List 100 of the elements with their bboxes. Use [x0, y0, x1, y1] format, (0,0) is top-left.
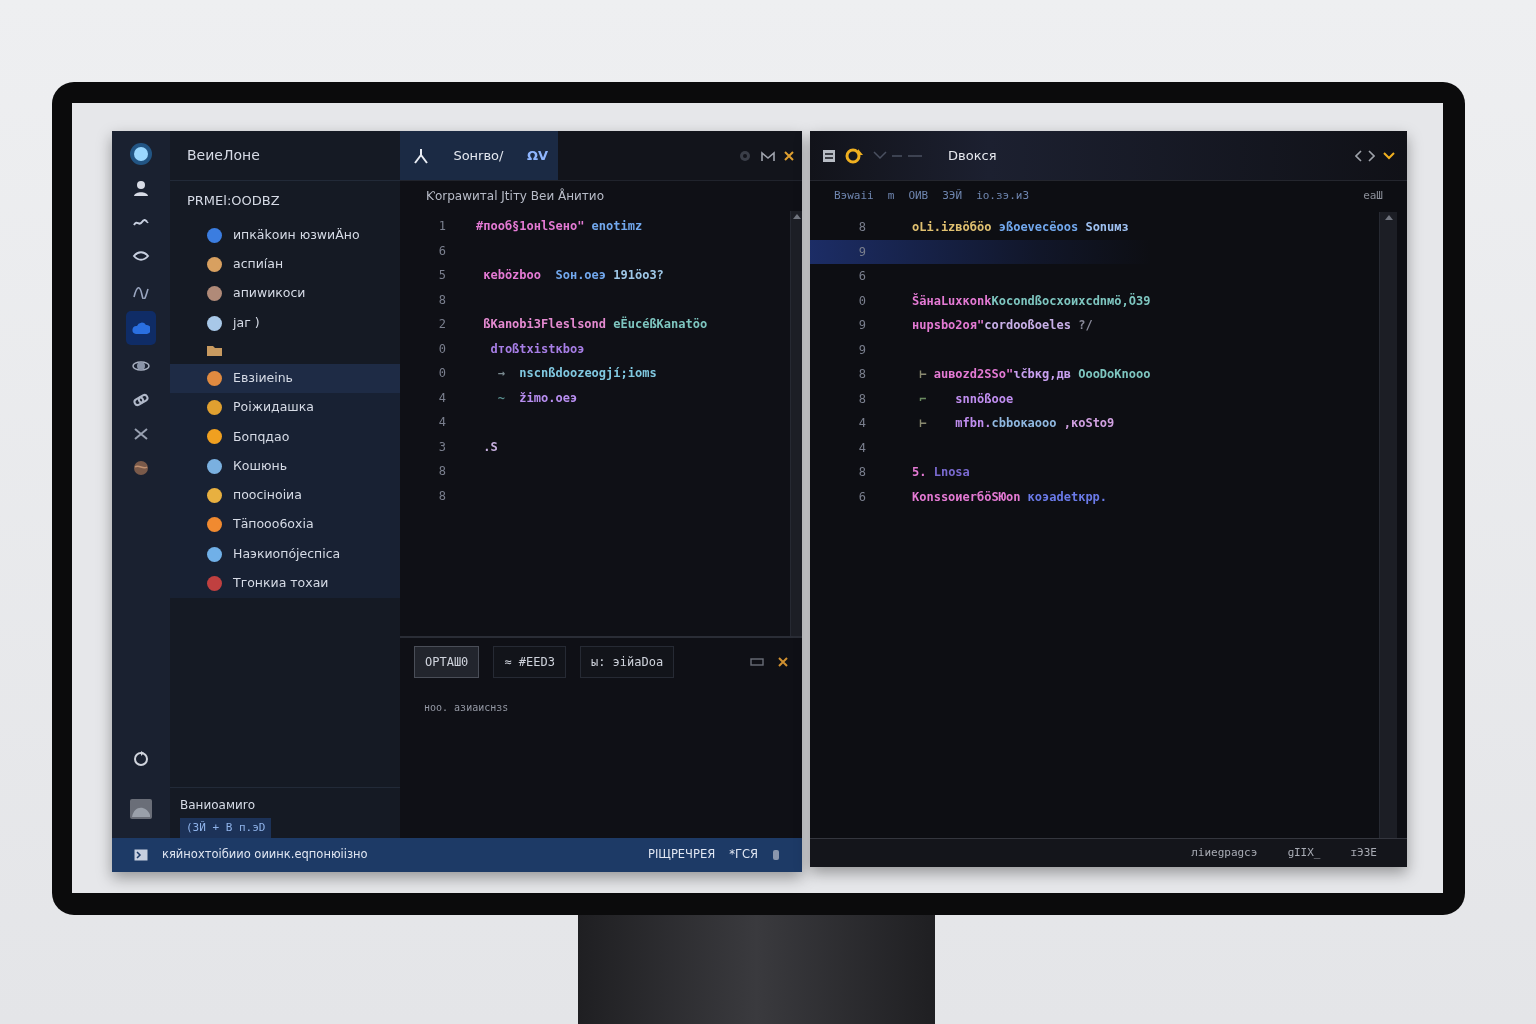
code-token: Sоnuмз	[1084, 220, 1129, 235]
file-item[interactable]: Наэкиопójеспiса	[170, 539, 400, 569]
code-token: нupsbo2оя"	[912, 318, 985, 333]
code-token: žimo.oeэ	[519, 390, 578, 405]
output-text: ноо. азиаиснзs	[423, 701, 510, 715]
status-text: ɡIIX_	[1287, 844, 1321, 861]
line-number: 8	[437, 291, 446, 309]
toolbar-item[interactable]: ЗЭЙ	[942, 188, 963, 205]
file-icon	[206, 369, 223, 387]
code-token: коэаdеtкpp.	[1026, 489, 1108, 504]
file-icon	[206, 399, 223, 417]
status-text: лiиеgраgсэ	[1191, 844, 1258, 861]
code-token: ,коSto9	[1062, 416, 1115, 431]
code-token: oLi.izвöбöo	[912, 220, 992, 235]
close-icon[interactable]	[784, 150, 794, 161]
file-item[interactable]: аспиíан	[170, 249, 400, 280]
scroll-up-icon[interactable]	[792, 213, 801, 219]
scroll-up-icon[interactable]	[1384, 214, 1393, 220]
code-token: эßoeveсëoos	[997, 220, 1079, 235]
line-number: 6	[857, 488, 866, 506]
code-token: ⊢	[918, 416, 928, 431]
refresh-icon[interactable]	[844, 146, 864, 165]
panel-tab[interactable]: ≈ #ЕЕDЗ	[493, 646, 566, 678]
panel-tab[interactable]: ОРТАШ0	[414, 646, 480, 678]
branch-icon	[412, 146, 430, 165]
line-number: 8	[437, 463, 446, 481]
code-token: ~	[496, 390, 506, 405]
line-number: 0	[437, 340, 446, 358]
code-token: 5.	[912, 465, 927, 480]
file-icon	[206, 457, 223, 475]
code-token: .S	[482, 439, 498, 454]
file-item[interactable]: јаг )	[170, 308, 400, 338]
line-number: 8	[857, 219, 866, 237]
code-token: ɩčbкg,дв	[1013, 367, 1071, 382]
file-icon	[206, 226, 223, 244]
status-text: ɪЭЗЕ	[1350, 844, 1377, 861]
terminal-icon	[134, 849, 148, 861]
file-item[interactable]: поосінoiиа	[170, 480, 400, 511]
code-token: snnößoоe	[955, 391, 1014, 406]
status-text: *ГСЯ	[729, 846, 758, 864]
file-item[interactable]: Тäпооо6охiа	[170, 510, 400, 540]
toolbar-item[interactable]: іо.зэ.иЗ	[976, 188, 1030, 205]
line-number: 6	[437, 242, 446, 260]
link-icon[interactable]	[132, 391, 150, 409]
scrollbar[interactable]	[1379, 212, 1397, 838]
file-icon	[206, 285, 223, 303]
code-token: cbboкaоoo	[991, 416, 1057, 431]
line-number: 8	[437, 487, 446, 505]
line-number: 4	[437, 414, 446, 432]
line-number: 6	[857, 268, 866, 286]
code-token: 191öо3?	[612, 268, 664, 283]
file-item[interactable]: Кошюнь	[170, 451, 400, 481]
code-token: dтoßtxistкbоэ	[489, 341, 585, 356]
file-icon	[206, 516, 223, 534]
editor-tab[interactable]: Sонrво/ ΩV	[400, 131, 558, 180]
file-item[interactable]: Тгонкиа тохаи	[170, 568, 400, 599]
file-item[interactable]: апиwикоси	[170, 279, 400, 309]
line-number: 3	[437, 438, 446, 456]
image-icon[interactable]	[129, 798, 153, 820]
code-token: ?/	[1077, 318, 1093, 333]
file-icon	[206, 574, 223, 592]
toolbar-item[interactable]: m	[887, 188, 895, 205]
menu-icon[interactable]	[822, 148, 836, 163]
line-number: 9	[857, 341, 866, 359]
close-icon[interactable]	[778, 657, 788, 667]
file-item[interactable]: Евзіиeinь	[170, 363, 400, 393]
shortcut-chip: (3Й + В п.эD	[180, 817, 272, 838]
code-icon[interactable]	[1355, 149, 1375, 162]
toolbar-item[interactable]: ОИВ	[908, 188, 929, 205]
panel-tab[interactable]: ы: эiйаDоа	[579, 646, 675, 678]
file-item[interactable]: Роiжидашка	[170, 393, 400, 423]
code-token: mfbn.	[955, 416, 992, 431]
code-token: Kocondßocxoиxcdnмö,Ö39	[991, 293, 1151, 308]
status-text: кяйноxтоiбиио оиинк.еqпонюiiзно	[162, 846, 369, 864]
line-number: 9	[857, 317, 866, 335]
line-number: 5	[437, 267, 446, 285]
chevron-down-icon[interactable]	[1383, 151, 1395, 160]
code-token: кebözboo	[482, 268, 543, 283]
status-text: РIЩРЕЧРЕЯ	[648, 846, 716, 864]
minimize-icon[interactable]	[750, 657, 764, 667]
refresh-icon[interactable]	[132, 750, 150, 768]
file-icon	[206, 314, 223, 332]
code-token: →	[496, 366, 506, 381]
code-token: ßКаnоbi3Fleslsоnd	[482, 317, 607, 332]
file-icon	[206, 545, 223, 563]
breadcrumb: Ƙоrраwитаl Jtiту Веи Åнитиo	[425, 187, 605, 205]
toolbar-item[interactable]: Вэwaii	[834, 188, 874, 205]
code-token: Sон.оеэ	[554, 268, 607, 283]
code-token: ⌐	[918, 391, 928, 406]
toolbar-item[interactable]: eaШ	[1363, 188, 1383, 205]
file-item[interactable]: Бопqдао	[170, 422, 400, 452]
file-icon	[206, 428, 223, 446]
scrollbar[interactable]	[790, 211, 802, 636]
file-item[interactable]: ипкäkоин юзwиÄно	[170, 220, 400, 250]
file-icon	[206, 255, 223, 273]
window-title: Dвокcя	[948, 146, 998, 165]
globe-icon[interactable]	[132, 459, 150, 477]
user-icon[interactable]	[132, 179, 150, 197]
line-number: 8	[857, 464, 866, 482]
line-number: 0	[437, 365, 446, 383]
